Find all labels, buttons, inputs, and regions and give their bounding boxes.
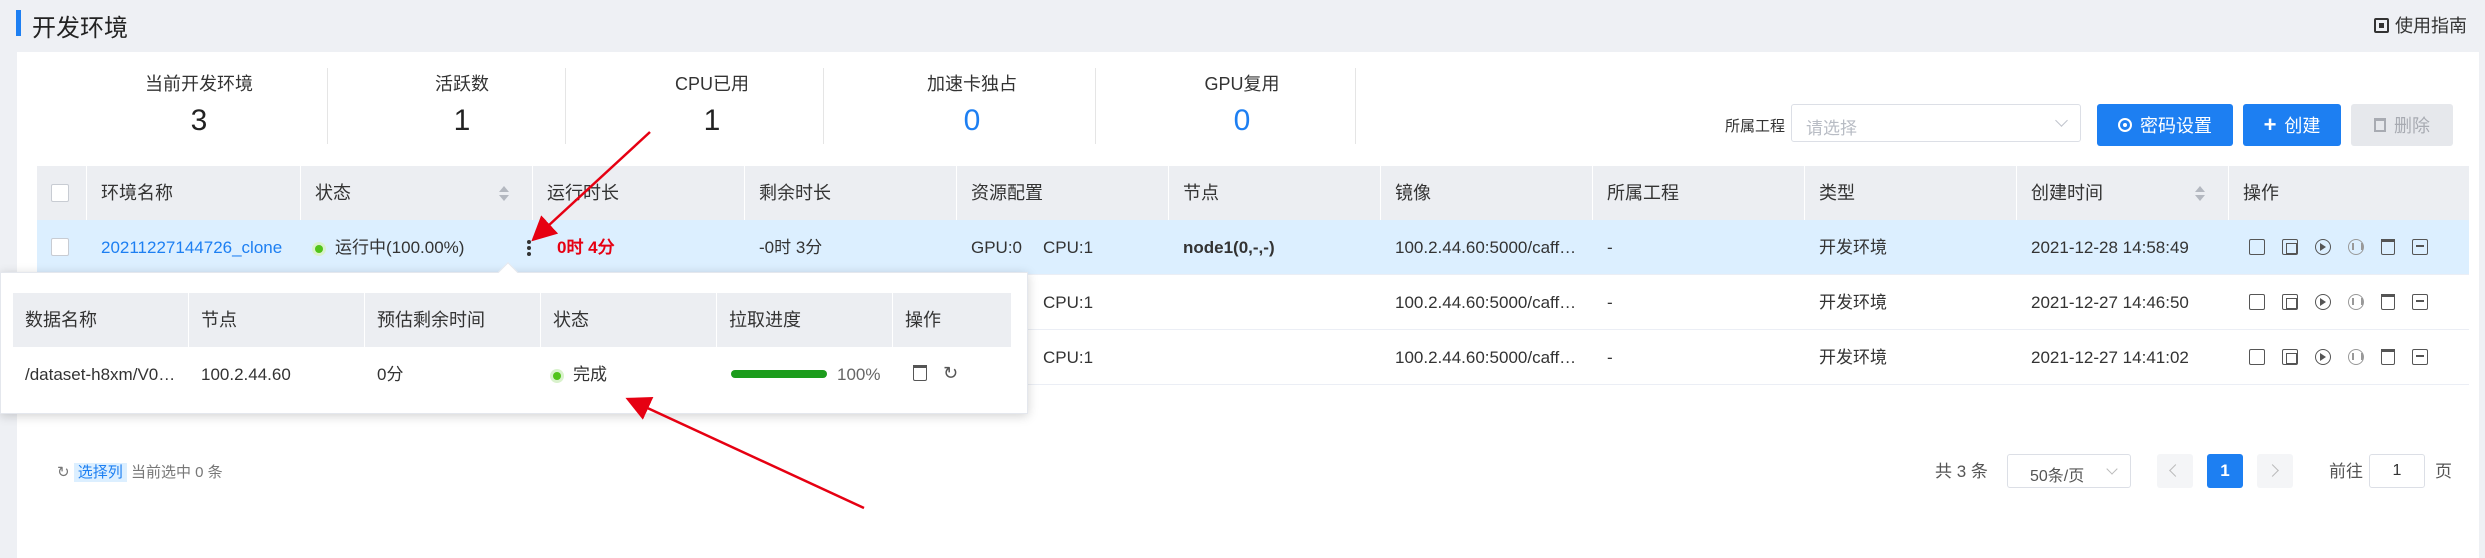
annotation-arrow-kebab bbox=[531, 131, 651, 242]
annotation-arrows bbox=[531, 131, 865, 510]
annotation-arrow-status bbox=[625, 397, 865, 510]
